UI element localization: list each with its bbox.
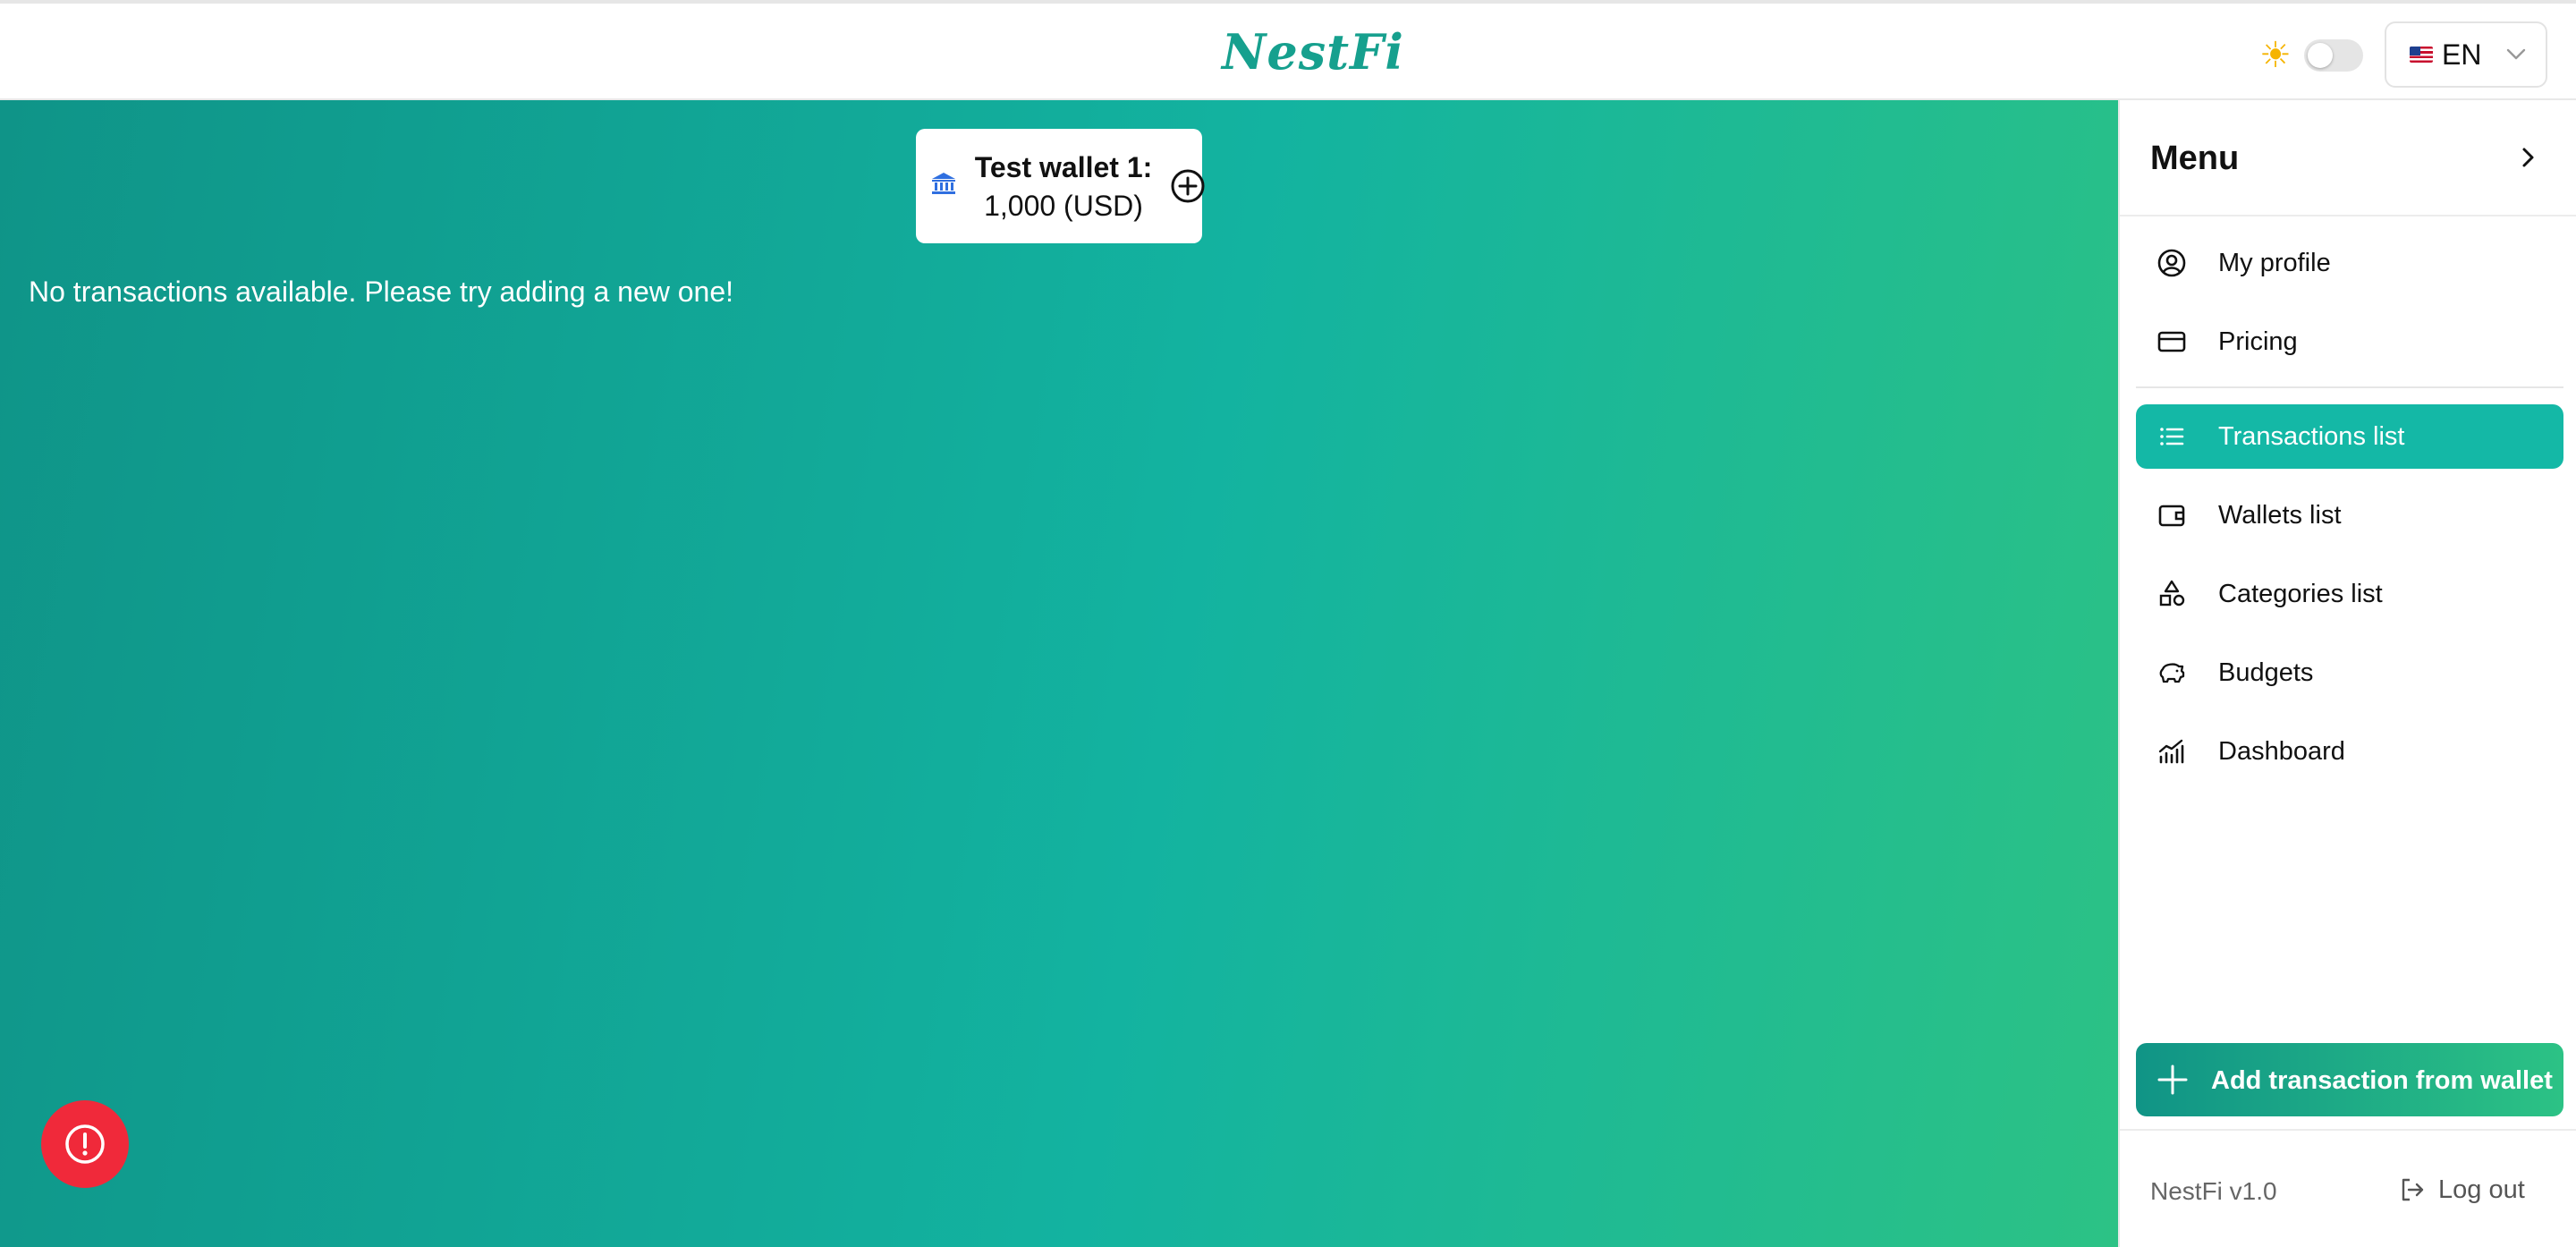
report-issue-button[interactable] xyxy=(41,1100,129,1188)
wallet-name: Test wallet 1: xyxy=(974,151,1153,183)
bank-icon xyxy=(932,173,955,194)
wallet-info: Test wallet 1: 1,000 (USD) xyxy=(959,148,1168,225)
sun-icon: ☀ xyxy=(2259,36,2292,75)
empty-transactions-message: No transactions available. Please try ad… xyxy=(29,276,734,308)
top-bar: NestFi ☀ EN xyxy=(0,0,2576,100)
add-transaction-label: Add transaction from wallet xyxy=(2211,1066,2553,1095)
logout-icon xyxy=(2402,1178,2424,1201)
switch-knob xyxy=(2308,43,2333,68)
logout-button[interactable]: Log out xyxy=(2399,1172,2525,1208)
sidebar-item-label: Transactions list xyxy=(2218,422,2405,451)
alert-circle-icon xyxy=(65,1124,105,1164)
wallet-card[interactable]: Test wallet 1: 1,000 (USD) xyxy=(916,129,1205,243)
menu-title: Menu xyxy=(2150,140,2240,177)
sidebar-item-budgets[interactable]: Budgets xyxy=(2136,640,2563,705)
language-select[interactable]: EN xyxy=(2385,21,2547,88)
theme-toggle[interactable]: ☀ xyxy=(2259,36,2365,75)
sidebar-item-label: Dashboard xyxy=(2218,737,2345,766)
add-transaction-button[interactable]: Add transaction from wallet xyxy=(2136,1043,2563,1116)
sidebar-item-label: My profile xyxy=(2218,249,2331,277)
sidebar-item-label: Categories list xyxy=(2218,580,2383,608)
wallet-balance: 1,000 (USD) xyxy=(984,190,1143,222)
logout-label: Log out xyxy=(2438,1175,2525,1204)
piggy-bank-icon xyxy=(2159,663,2185,683)
list-icon xyxy=(2160,428,2184,445)
app-logo[interactable]: NestFi xyxy=(1222,23,1403,81)
language-code: EN xyxy=(2442,38,2482,71)
sidebar-item-label: Pricing xyxy=(2218,327,2298,356)
chevron-down-icon xyxy=(2507,48,2526,60)
wallet-icon xyxy=(2158,505,2185,527)
sidebar-item-pricing[interactable]: Pricing xyxy=(2136,310,2563,374)
sidebar-item-my-profile[interactable]: My profile xyxy=(2136,231,2563,295)
sidebar-item-label: Budgets xyxy=(2218,658,2314,687)
sidebar-menu: Menu My profile Pricing Transactions lis… xyxy=(2118,100,2576,1247)
sidebar-item-wallets-list[interactable]: Wallets list xyxy=(2136,483,2563,547)
chevron-right-icon[interactable] xyxy=(2510,140,2546,175)
credit-card-icon xyxy=(2157,331,2186,352)
user-circle-icon xyxy=(2157,249,2186,277)
menu-header: Menu xyxy=(2120,100,2576,216)
chart-icon xyxy=(2158,739,2184,764)
sidebar-item-label: Wallets list xyxy=(2218,501,2342,530)
sidebar-footer: NestFi v1.0 Log out xyxy=(2120,1129,2576,1247)
theme-switch[interactable] xyxy=(2304,39,2363,72)
sidebar-item-transactions-list[interactable]: Transactions list xyxy=(2136,404,2563,469)
us-flag-icon xyxy=(2410,47,2433,63)
sidebar-item-dashboard[interactable]: Dashboard xyxy=(2136,719,2563,784)
plus-icon xyxy=(2157,1065,2188,1095)
menu-divider xyxy=(2136,386,2563,388)
plus-circle-icon[interactable] xyxy=(1170,168,1206,204)
shapes-icon xyxy=(2159,580,2185,607)
sidebar-item-categories-list[interactable]: Categories list xyxy=(2136,562,2563,626)
main-content: Test wallet 1: 1,000 (USD) No transactio… xyxy=(0,100,2118,1247)
app-version: NestFi v1.0 xyxy=(2150,1177,2277,1205)
